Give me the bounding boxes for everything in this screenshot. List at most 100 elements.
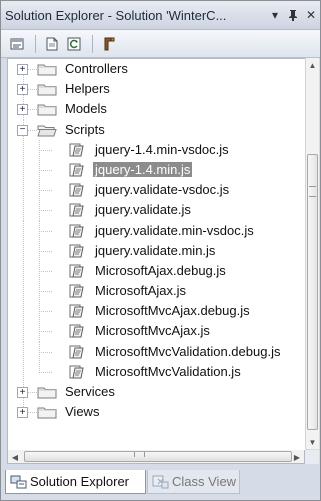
- solution-explorer-toolbar: [1, 30, 320, 58]
- tree-item-label: jquery.validate-vsdoc.js: [95, 182, 230, 198]
- scrollbar-corner: [305, 450, 319, 464]
- scroll-down-arrow-icon[interactable]: ▼: [306, 435, 319, 449]
- tree-file[interactable]: MicrosoftMvcValidation.debug.js: [8, 341, 306, 362]
- scroll-right-arrow-icon[interactable]: ▶: [290, 450, 304, 464]
- horizontal-scroll-thumb[interactable]: [24, 451, 292, 462]
- tree-item-label: Services: [65, 384, 115, 399]
- close-icon[interactable]: ✕: [302, 6, 320, 24]
- expand-icon[interactable]: +: [17, 104, 28, 116]
- scroll-left-arrow-icon[interactable]: ◀: [8, 450, 22, 464]
- script-file-icon: [68, 263, 86, 279]
- tree-connector: [39, 210, 53, 212]
- panel-tab-strip: Solution Explorer Class View: [1, 467, 320, 500]
- class-view-icon: [152, 474, 170, 490]
- vertical-scrollbar[interactable]: ▲ ▼: [305, 58, 319, 449]
- tree-folder-scripts[interactable]: − Scripts: [8, 119, 306, 140]
- expand-icon[interactable]: +: [17, 387, 28, 398]
- scroll-up-arrow-icon[interactable]: ▲: [306, 58, 319, 72]
- tree-connector: [39, 250, 53, 252]
- solution-explorer-panel: Solution Explorer - Solution 'WinterC...…: [0, 0, 321, 501]
- folder-icon: [36, 385, 58, 399]
- tree-connector: [23, 361, 24, 382]
- tree-file[interactable]: MicrosoftMvcAjax.js: [8, 321, 306, 342]
- tree-connector: [23, 260, 24, 282]
- toolbar-separator: [92, 34, 93, 53]
- script-file-icon: [68, 344, 86, 360]
- expand-icon[interactable]: +: [17, 407, 28, 419]
- tree-item-label: jquery-1.4.min.js: [93, 161, 193, 177]
- tree-file[interactable]: jquery.validate.min.js: [8, 240, 306, 261]
- tree-file[interactable]: jquery.validate.min-vsdoc.js: [8, 220, 306, 241]
- tree-connector: [39, 291, 53, 293]
- tree-file[interactable]: MicrosoftAjax.js: [8, 281, 306, 302]
- tree-item-label: jquery.validate.min.js: [95, 242, 216, 258]
- tree-item-label: MicrosoftMvcAjax.js: [95, 323, 210, 339]
- tree-item-label: Helpers: [65, 81, 110, 97]
- collapse-icon[interactable]: −: [17, 124, 28, 136]
- tree-connector: [23, 240, 24, 261]
- tree-connector: [39, 361, 40, 372]
- window-position-dropdown-icon[interactable]: ▾: [266, 6, 284, 24]
- tab-class-view[interactable]: Class View: [147, 470, 240, 494]
- horizontal-scrollbar[interactable]: ◀ ▶: [7, 450, 305, 464]
- tree-folder-services[interactable]: + Services: [8, 382, 306, 403]
- tree-file[interactable]: jquery.validate.js: [8, 200, 306, 221]
- tree-items: + Controllers + Helpers + Models − Scripts jquer…: [8, 59, 306, 422]
- tree-item-label: jquery-1.4.min-vsdoc.js: [95, 141, 229, 157]
- tree-item-label: Scripts: [65, 121, 105, 137]
- tree-connector: [39, 190, 53, 192]
- tree-connector: [23, 220, 24, 241]
- tree-folder-helpers[interactable]: + Helpers: [8, 79, 306, 100]
- tree-folder-models[interactable]: + Models: [8, 99, 306, 120]
- auto-hide-pin-icon[interactable]: [284, 6, 302, 24]
- tree-file[interactable]: jquery-1.4.min.js: [8, 159, 306, 181]
- tree-connector: [39, 230, 53, 232]
- horizontal-scroll-grip: [134, 452, 145, 457]
- script-file-icon: [68, 162, 86, 178]
- script-file-icon: [68, 202, 86, 218]
- tree-folder-views[interactable]: + Views: [8, 402, 306, 422]
- panel-title-bar[interactable]: Solution Explorer - Solution 'WinterC...…: [1, 1, 320, 30]
- toolbar-separator: [35, 34, 36, 53]
- refresh-icon[interactable]: [64, 34, 84, 54]
- tree-connector: [39, 311, 53, 313]
- tree-connector: [23, 281, 24, 302]
- tree-file[interactable]: MicrosoftMvcAjax.debug.js: [8, 301, 306, 322]
- panel-title: Solution Explorer - Solution 'WinterC...: [5, 7, 227, 23]
- tree-connector: [39, 351, 53, 353]
- script-file-icon: [68, 223, 86, 239]
- expand-icon[interactable]: +: [17, 64, 28, 75]
- expand-icon[interactable]: +: [17, 84, 28, 96]
- tree-connector: [39, 169, 53, 171]
- tree-connector: [39, 331, 53, 333]
- properties-icon[interactable]: [7, 34, 27, 54]
- tree-file[interactable]: MicrosoftAjax.debug.js: [8, 260, 306, 282]
- tree-item-label: MicrosoftAjax.js: [95, 283, 187, 299]
- folder-open-icon: [36, 123, 58, 137]
- tree-item-label: MicrosoftAjax.debug.js: [95, 262, 226, 278]
- tree-file[interactable]: jquery.validate-vsdoc.js: [8, 180, 306, 201]
- tree-item-label: Views: [65, 404, 100, 420]
- tree-connector: [23, 139, 24, 160]
- tree-connector: [39, 149, 53, 151]
- tree-connector: [39, 270, 53, 272]
- tree-connector: [23, 341, 24, 362]
- tree-item-label: Models: [65, 101, 107, 117]
- script-file-icon: [68, 323, 86, 339]
- tree-connector: [23, 200, 24, 221]
- tree-item-label: jquery.validate.min-vsdoc.js: [95, 222, 254, 238]
- tree-item-label: MicrosoftMvcValidation.js: [95, 363, 241, 379]
- folder-icon: [36, 82, 58, 96]
- tree-folder-controllers[interactable]: + Controllers: [8, 59, 306, 80]
- folder-icon: [36, 405, 58, 419]
- tree-item-label: Controllers: [65, 61, 128, 76]
- tree-file[interactable]: MicrosoftMvcValidation.js: [8, 361, 306, 382]
- tree-connector: [39, 371, 53, 373]
- tab-label: Solution Explorer: [30, 474, 129, 489]
- show-all-files-icon[interactable]: [42, 34, 62, 54]
- solution-tree[interactable]: + Controllers + Helpers + Models − Scripts jquer…: [7, 58, 307, 451]
- tab-solution-explorer[interactable]: Solution Explorer: [5, 470, 146, 494]
- tree-file[interactable]: jquery-1.4.min-vsdoc.js: [8, 139, 306, 160]
- class-diagram-icon[interactable]: [99, 34, 119, 54]
- tree-connector: [23, 159, 24, 181]
